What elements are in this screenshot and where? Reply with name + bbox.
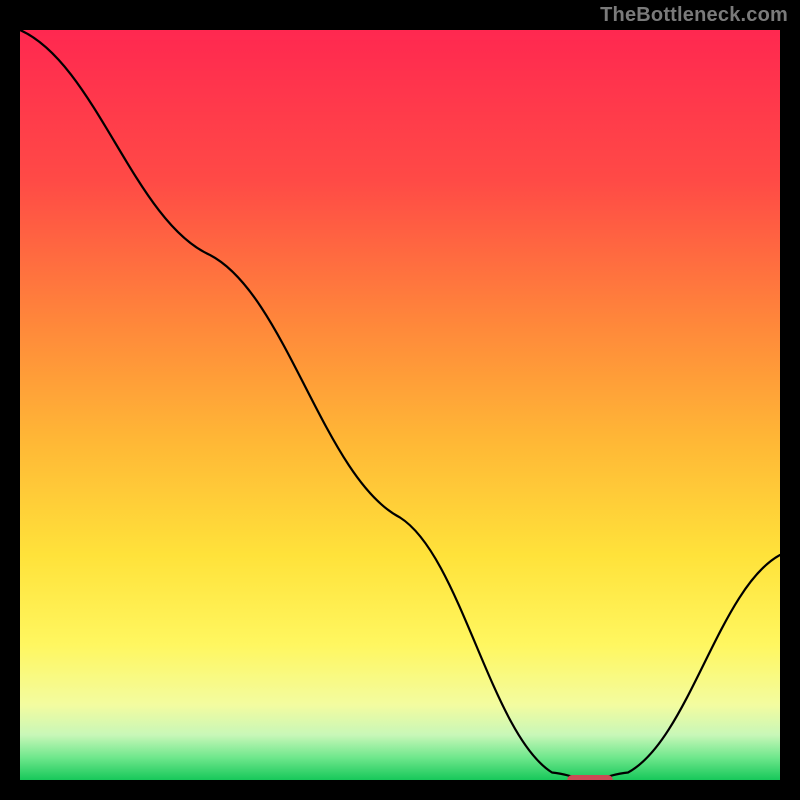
bottleneck-curve (20, 30, 780, 780)
attribution-watermark: TheBottleneck.com (600, 4, 788, 27)
chart-container: TheBottleneck.com (0, 0, 800, 800)
plot-area (20, 30, 780, 780)
optimal-marker (567, 775, 613, 780)
